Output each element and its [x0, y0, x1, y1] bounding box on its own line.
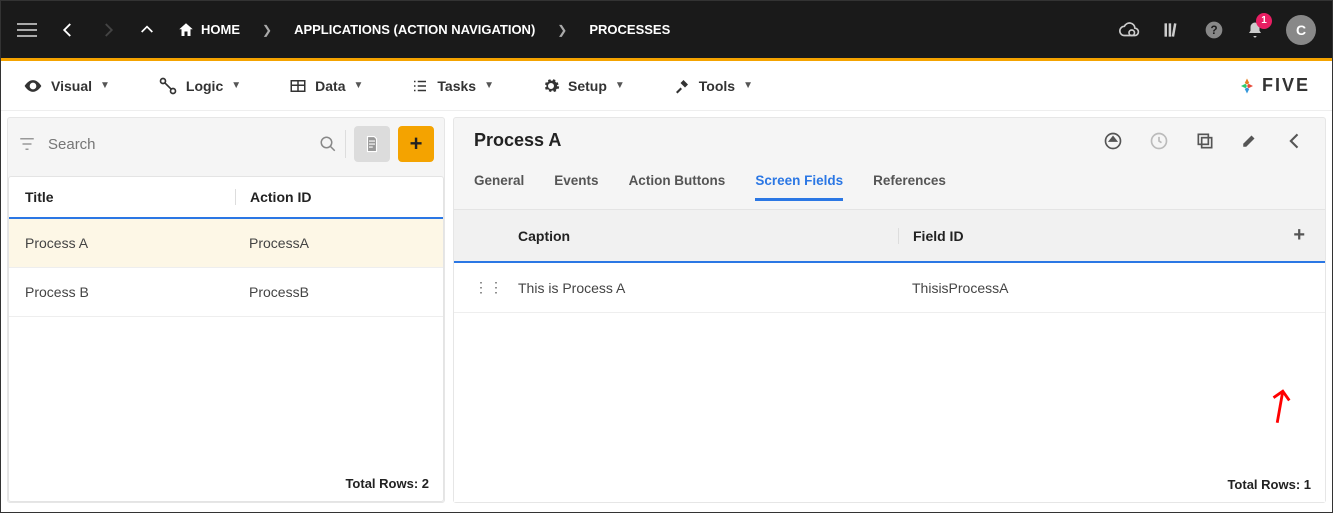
avatar[interactable]: C: [1286, 15, 1316, 45]
filter-icon[interactable]: [18, 135, 38, 153]
tabs: General Events Action Buttons Screen Fie…: [454, 163, 1325, 201]
right-total-rows: Total Rows: 1: [454, 467, 1325, 502]
tab-general[interactable]: General: [474, 163, 524, 201]
eye-icon: [23, 76, 43, 96]
logo: FIVE: [1238, 75, 1310, 96]
logo-icon: [1238, 77, 1256, 95]
menu-tasks[interactable]: Tasks▼: [411, 77, 494, 95]
detail-title: Process A: [474, 130, 561, 151]
search-input[interactable]: [46, 130, 311, 159]
menu-logic[interactable]: Logic▼: [158, 76, 241, 96]
menu-setup[interactable]: Setup▼: [542, 77, 625, 95]
search-icon[interactable]: [319, 135, 337, 153]
left-panel: + Title Action ID Process AProcessAProce…: [7, 117, 445, 503]
history-icon[interactable]: [1149, 131, 1169, 151]
chevron-right-icon: ❯: [262, 23, 272, 37]
col-field-id[interactable]: Field ID: [898, 228, 1293, 244]
library-icon[interactable]: [1162, 20, 1182, 40]
cell-action-id: ProcessA: [235, 235, 427, 251]
gear-icon: [542, 77, 560, 95]
back-button[interactable]: [59, 21, 77, 39]
tab-screen-fields[interactable]: Screen Fields: [755, 163, 843, 201]
cell-caption: This is Process A: [518, 280, 898, 296]
back-arrow-icon[interactable]: [1285, 131, 1305, 151]
cell-field-id: ThisisProcessA: [898, 280, 1305, 296]
table-row[interactable]: Process BProcessB: [9, 268, 443, 317]
logic-icon: [158, 76, 178, 96]
table-row[interactable]: ⋮⋮This is Process AThisisProcessA: [454, 263, 1325, 313]
help-icon[interactable]: ?: [1204, 20, 1224, 40]
tasks-icon: [411, 77, 429, 95]
forward-button: [99, 21, 117, 39]
edit-icon[interactable]: [1241, 131, 1259, 151]
chevron-right-icon: ❯: [557, 23, 567, 37]
tab-events[interactable]: Events: [554, 163, 598, 201]
menubar: Visual▼ Logic▼ Data▼ Tasks▼ Setup▼ Tools…: [1, 61, 1332, 111]
breadcrumb-applications[interactable]: APPLICATIONS (ACTION NAVIGATION): [294, 22, 535, 37]
col-title[interactable]: Title: [25, 189, 235, 205]
tab-references[interactable]: References: [873, 163, 946, 201]
main: + Title Action ID Process AProcessAProce…: [1, 111, 1332, 509]
col-caption[interactable]: Caption: [518, 228, 898, 244]
add-button[interactable]: +: [398, 126, 434, 162]
table-icon: [289, 77, 307, 95]
svg-text:?: ?: [1210, 24, 1217, 37]
add-field-button[interactable]: +: [1293, 224, 1305, 247]
cloud-icon[interactable]: [1118, 19, 1140, 41]
home-icon: [177, 21, 195, 39]
right-panel: Process A General Events Action Buttons …: [453, 117, 1326, 503]
cell-action-id: ProcessB: [235, 284, 427, 300]
drag-handle-icon[interactable]: ⋮⋮: [474, 279, 518, 296]
left-table: Title Action ID Process AProcessAProcess…: [8, 176, 444, 502]
col-action-id[interactable]: Action ID: [235, 189, 427, 205]
notifications-icon[interactable]: 1: [1246, 21, 1264, 39]
menu-icon[interactable]: [17, 23, 37, 37]
left-total-rows: Total Rows: 2: [9, 466, 443, 501]
menu-visual[interactable]: Visual▼: [23, 76, 110, 96]
menu-data[interactable]: Data▼: [289, 77, 363, 95]
breadcrumb-processes[interactable]: PROCESSES: [589, 22, 670, 37]
undo-icon[interactable]: [1103, 131, 1123, 151]
copy-icon[interactable]: [1195, 131, 1215, 151]
menu-tools[interactable]: Tools▼: [673, 77, 753, 95]
document-button[interactable]: [354, 126, 390, 162]
home-label: HOME: [201, 22, 240, 37]
tools-icon: [673, 77, 691, 95]
notification-badge: 1: [1256, 13, 1272, 29]
cell-title: Process A: [25, 235, 235, 251]
cell-title: Process B: [25, 284, 235, 300]
up-button[interactable]: [139, 22, 155, 38]
tab-action-buttons[interactable]: Action Buttons: [629, 163, 726, 201]
table-row[interactable]: Process AProcessA: [9, 219, 443, 268]
breadcrumb-home[interactable]: HOME: [177, 21, 240, 39]
topbar: HOME ❯ APPLICATIONS (ACTION NAVIGATION) …: [1, 1, 1332, 61]
